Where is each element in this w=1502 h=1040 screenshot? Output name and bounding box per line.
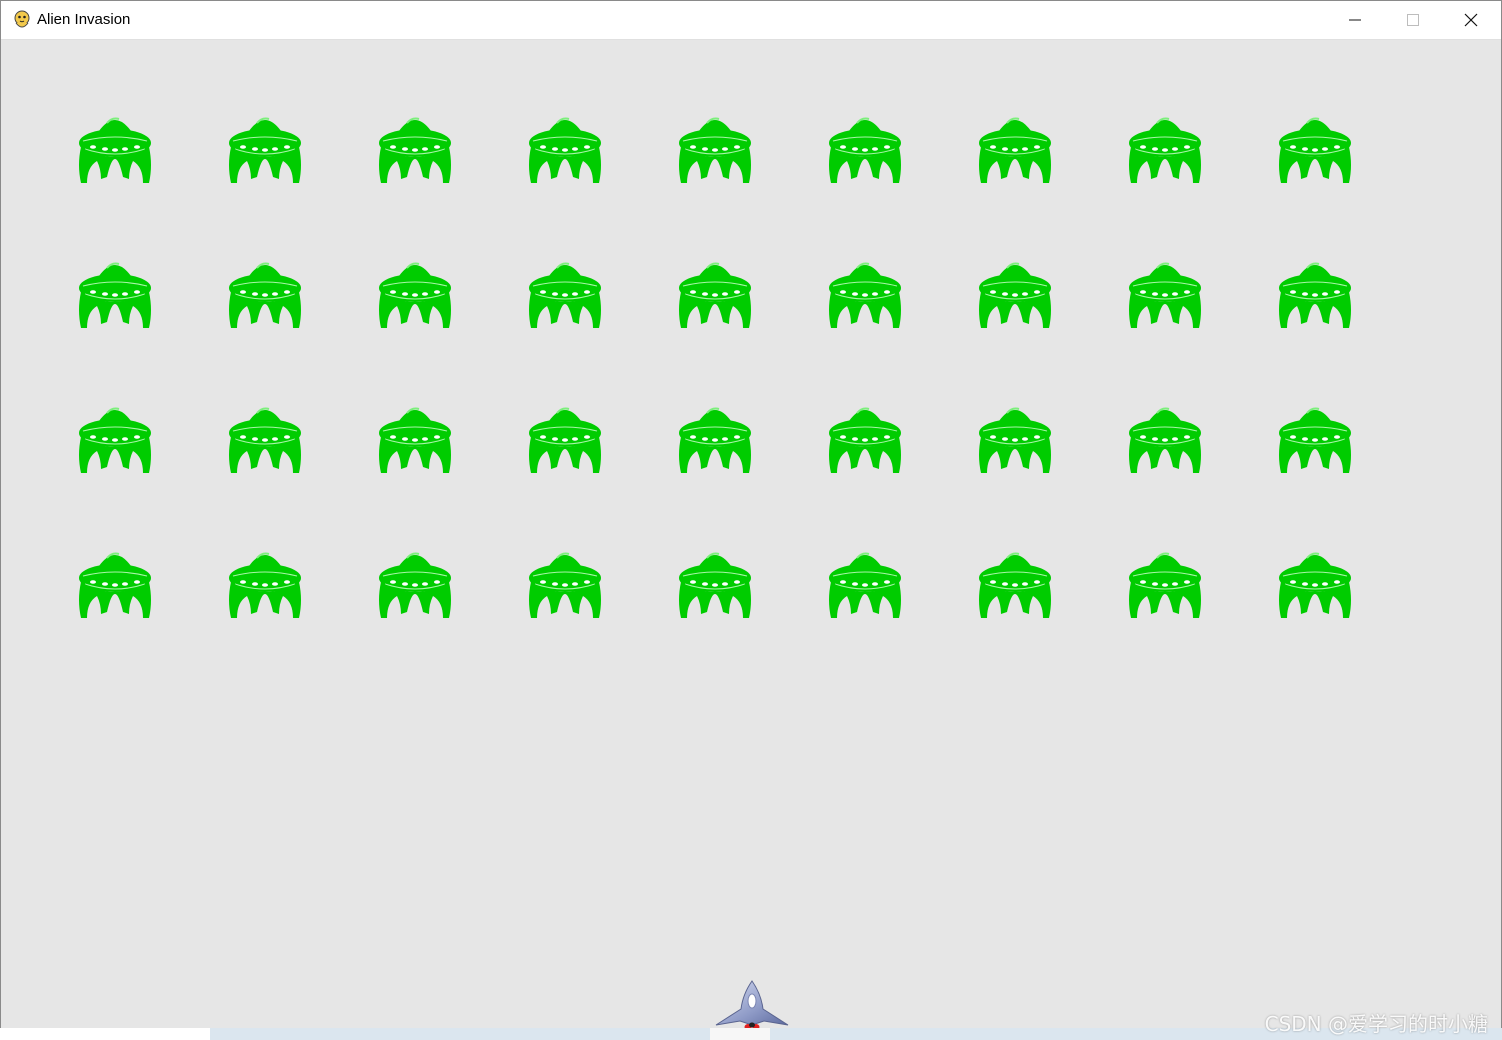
alien-ufo xyxy=(1129,407,1201,473)
alien-ufo xyxy=(679,407,751,473)
alien-ufo xyxy=(679,117,751,183)
alien-ufo xyxy=(1279,117,1351,183)
alien-ufo xyxy=(229,117,301,183)
alien-ufo xyxy=(979,117,1051,183)
alien-ufo xyxy=(529,117,601,183)
alien-ufo xyxy=(829,552,901,618)
alien-ufo xyxy=(979,552,1051,618)
alien-ufo xyxy=(79,407,151,473)
minimize-icon xyxy=(1349,19,1361,21)
player-ship[interactable] xyxy=(712,979,792,1030)
alien-ufo xyxy=(529,552,601,618)
alien-ufo xyxy=(979,262,1051,328)
alien-ufo xyxy=(379,407,451,473)
alien-ufo xyxy=(679,552,751,618)
alien-ufo xyxy=(829,262,901,328)
alien-ufo xyxy=(829,117,901,183)
alien-ufo xyxy=(529,262,601,328)
alien-ufo xyxy=(1279,552,1351,618)
title-bar[interactable]: Alien Invasion xyxy=(1,1,1501,40)
pygame-snake-icon xyxy=(14,10,30,28)
alien-ufo xyxy=(829,407,901,473)
game-window: Alien Invasion xyxy=(0,0,1502,1030)
alien-ufo xyxy=(79,117,151,183)
minimize-button[interactable] xyxy=(1326,1,1384,39)
close-icon xyxy=(1464,13,1478,27)
maximize-icon xyxy=(1407,14,1419,26)
alien-ufo xyxy=(79,262,151,328)
alien-ufo xyxy=(79,552,151,618)
alien-ufo xyxy=(379,117,451,183)
alien-ufo xyxy=(1129,552,1201,618)
alien-ufo xyxy=(1279,407,1351,473)
alien-ufo xyxy=(1129,117,1201,183)
window-title: Alien Invasion xyxy=(37,11,131,28)
alien-ufo xyxy=(979,407,1051,473)
alien-ufo xyxy=(229,262,301,328)
alien-ufo xyxy=(229,407,301,473)
taskbar-segment xyxy=(710,1028,770,1040)
taskbar-segment xyxy=(0,1028,210,1040)
maximize-button[interactable] xyxy=(1384,1,1442,39)
alien-ufo xyxy=(379,262,451,328)
alien-ufo xyxy=(1129,262,1201,328)
watermark: CSDN @爱学习的时小糖 xyxy=(1264,1012,1488,1036)
alien-ufo xyxy=(379,552,451,618)
game-canvas[interactable] xyxy=(1,40,1501,1029)
alien-ufo xyxy=(679,262,751,328)
alien-ufo xyxy=(1279,262,1351,328)
alien-fleet xyxy=(1,40,1501,660)
alien-ufo xyxy=(529,407,601,473)
alien-ufo xyxy=(229,552,301,618)
close-button[interactable] xyxy=(1442,1,1500,39)
